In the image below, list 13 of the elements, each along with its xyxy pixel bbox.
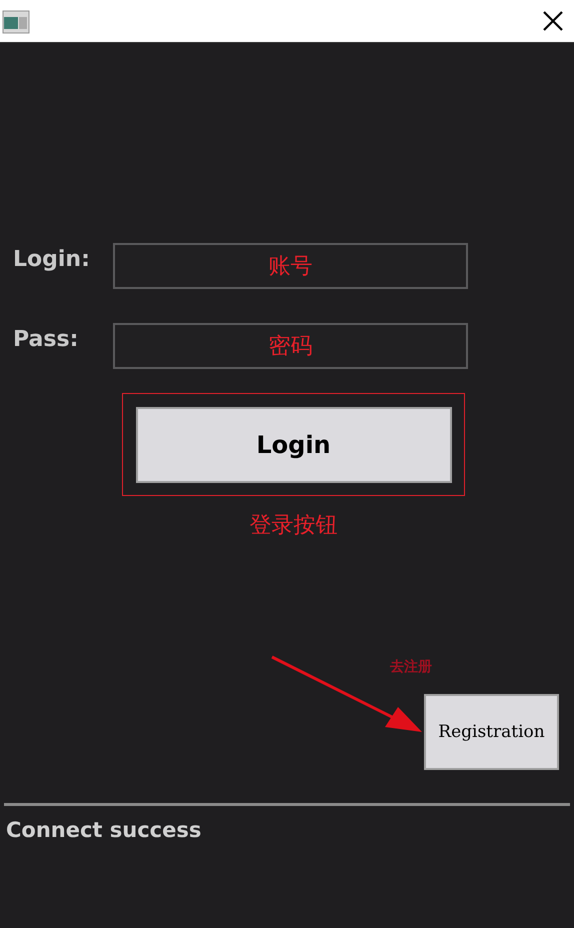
field-label: Login: bbox=[12, 247, 91, 272]
input-field[interactable]: 密码 bbox=[113, 323, 468, 369]
annotation-label: 登录按钮 bbox=[250, 512, 338, 540]
annotation-label: 账号 bbox=[268, 253, 312, 281]
input-field[interactable]: 账号 bbox=[113, 243, 468, 289]
app-icon bbox=[2, 8, 30, 34]
close-icon[interactable] bbox=[542, 10, 564, 32]
status-text: Connect success bbox=[5, 818, 202, 842]
annotation-label: 密码 bbox=[268, 333, 312, 361]
annotation-label: 去注册 bbox=[390, 658, 432, 676]
field-label: Pass: bbox=[12, 327, 80, 352]
registration-button[interactable]: Registration bbox=[424, 694, 559, 770]
login-button[interactable]: Login bbox=[136, 406, 452, 482]
